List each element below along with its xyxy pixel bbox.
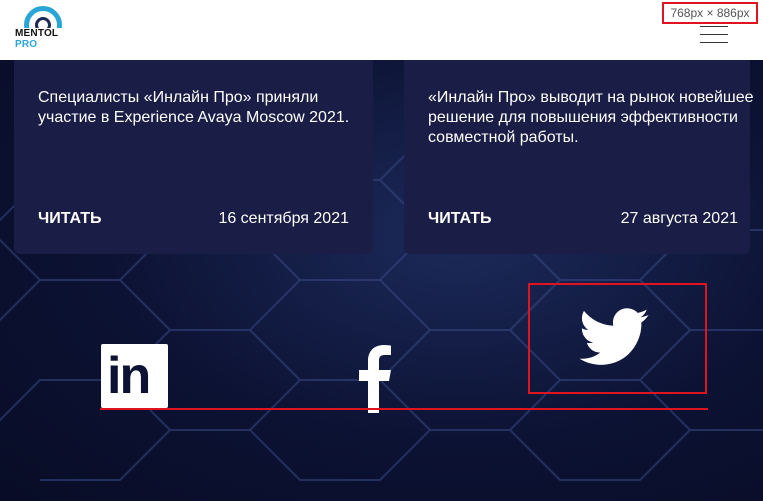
twitter-icon[interactable]	[580, 308, 650, 366]
logo-text: MENTOL PRO	[14, 28, 78, 50]
linkedin-label: in	[107, 347, 151, 405]
site-logo[interactable]: MENTOL PRO	[12, 4, 78, 56]
news-card-date: 27 августа 2021	[620, 210, 738, 227]
news-card[interactable]: «Инлайн Про» выводит на рынок новейшее р…	[404, 60, 754, 254]
news-card-date: 16 сентября 2021	[218, 210, 349, 227]
social-underline	[100, 408, 708, 410]
news-card-text: Специалисты «Инлайн Про» приняли участие…	[38, 89, 350, 126]
logo-suffix: PRO	[15, 39, 38, 50]
linkedin-icon[interactable]: in	[101, 344, 168, 408]
hamburger-menu-icon[interactable]	[700, 26, 728, 43]
logo-word: MENTOL	[15, 28, 59, 39]
facebook-icon[interactable]	[358, 343, 392, 413]
read-link[interactable]: ЧИТАТЬ	[428, 210, 492, 228]
read-link[interactable]: ЧИТАТЬ	[38, 210, 102, 228]
news-card-text: «Инлайн Про» выводит на рынок новейшее р…	[428, 89, 754, 146]
viewport-size-badge: 768px × 886px	[662, 2, 758, 24]
site-header: MENTOL PRO 768px × 886px	[0, 0, 763, 60]
news-card[interactable]: Специалисты «Инлайн Про» приняли участие…	[14, 60, 373, 254]
